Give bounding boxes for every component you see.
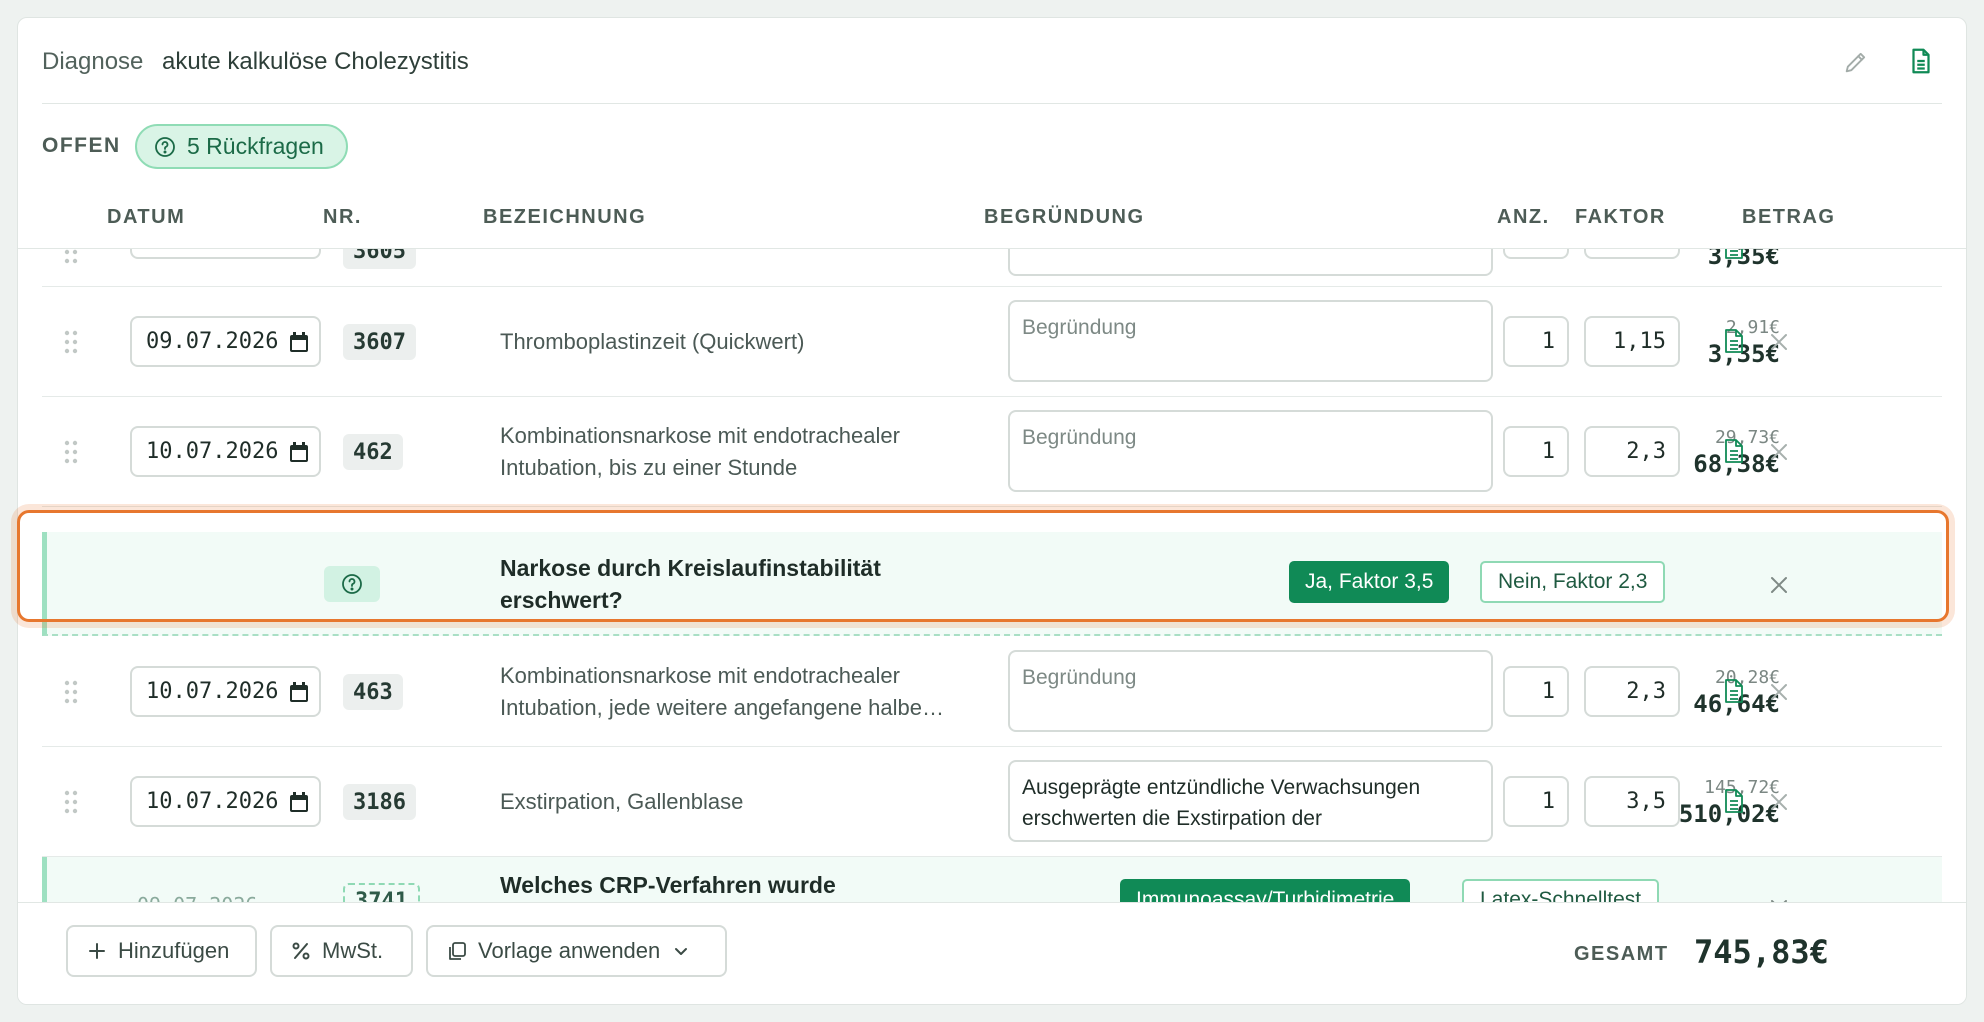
document-icon[interactable] <box>1722 327 1746 355</box>
copy-icon <box>449 942 466 960</box>
calendar-icon[interactable] <box>289 791 309 813</box>
gop-number: 3607 <box>343 324 416 360</box>
table-row: 3605 3,35€ <box>42 249 1942 287</box>
quantity-input[interactable] <box>1503 249 1569 259</box>
date-input[interactable]: 10.07.2026 <box>130 776 321 827</box>
question-text: Welches CRP-Verfahren wurde <box>500 872 836 898</box>
date-input[interactable]: 10.07.2026 <box>130 426 321 477</box>
factor-input[interactable]: 2,3 <box>1584 426 1680 477</box>
gop-number: 462 <box>343 434 403 470</box>
date-input[interactable]: 10.07.2026 <box>130 666 321 717</box>
vat-button[interactable]: MwSt. <box>270 925 413 977</box>
table-row: 10.07.2026 3186 Exstirpation, Gallenblas… <box>42 747 1942 857</box>
col-bezeichnung: BEZEICHNUNG <box>483 206 647 228</box>
table-row: 10.07.2026 463 Kombinationsnarkose mit e… <box>42 637 1942 747</box>
reason-input[interactable] <box>1008 249 1493 276</box>
close-icon[interactable] <box>1768 574 1790 596</box>
service-description: Thromboplastinzeit (Quickwert) <box>500 329 805 354</box>
calendar-icon[interactable] <box>289 441 309 463</box>
gop-number: 3186 <box>343 784 416 820</box>
quantity-input[interactable]: 1 <box>1503 776 1569 827</box>
col-nr: NR. <box>323 206 362 228</box>
question-row: Narkose durch Kreislaufinstabilität ersc… <box>42 532 1942 636</box>
question-gop-number: 3741 <box>343 883 420 904</box>
footer-bar: Hinzufügen MwSt. Vorlage anwenden GESAMT… <box>18 902 1966 1004</box>
question-text: Narkose durch Kreislaufinstabilität ersc… <box>500 555 881 613</box>
answer-option-button[interactable]: Latex-Schnelltest <box>1462 879 1660 904</box>
col-begruendung: BEGRÜNDUNG <box>984 206 1145 228</box>
col-betrag: BETRAG <box>1742 206 1836 228</box>
open-questions-pill[interactable]: 5 Rückfragen <box>135 124 348 169</box>
document-icon[interactable] <box>1722 677 1746 705</box>
answer-yes-button[interactable]: Ja, Faktor 3,5 <box>1289 561 1450 603</box>
table-row: 09.07.2026 3607 Thromboplastinzeit (Quic… <box>42 287 1942 397</box>
vat-button-label: MwSt. <box>322 938 384 963</box>
service-description: Kombinationsnarkose mit endotrachealer I… <box>500 423 900 480</box>
calendar-icon[interactable] <box>289 331 309 353</box>
calendar-icon[interactable] <box>289 681 309 703</box>
drag-handle-icon[interactable] <box>64 789 78 815</box>
close-icon[interactable] <box>1768 331 1790 353</box>
close-icon[interactable] <box>1768 681 1790 703</box>
drag-handle-icon[interactable] <box>64 439 78 465</box>
answer-option-button[interactable]: Immunoassay/Turbidimetrie <box>1120 879 1411 904</box>
close-icon[interactable] <box>1768 791 1790 813</box>
question-circle-icon <box>155 136 175 157</box>
col-anz: ANZ. <box>1497 206 1550 228</box>
add-button[interactable]: Hinzufügen <box>66 925 257 977</box>
document-icon[interactable] <box>1906 46 1936 76</box>
status-label: OFFEN <box>42 134 121 157</box>
total-label: GESAMT <box>1574 943 1669 965</box>
question-circle-icon <box>342 574 362 594</box>
reason-input[interactable]: Begründung <box>1008 650 1493 732</box>
apply-template-label: Vorlage anwenden <box>478 938 661 963</box>
open-questions-label: 5 Rückfragen <box>187 133 324 159</box>
answer-no-button[interactable]: Nein, Faktor 2,3 <box>1480 561 1666 603</box>
reason-input[interactable]: Ausgeprägte entzündliche Verwachsungen e… <box>1008 760 1493 842</box>
gop-number: 463 <box>343 674 403 710</box>
col-faktor: FAKTOR <box>1575 206 1666 228</box>
drag-handle-icon[interactable] <box>64 329 78 355</box>
date-input[interactable] <box>130 249 321 259</box>
drag-handle-icon[interactable] <box>64 249 78 265</box>
col-datum: DATUM <box>107 206 186 228</box>
question-row: 09.07.2026 3741 Welches CRP-Verfahren wu… <box>42 857 1942 904</box>
quantity-input[interactable]: 1 <box>1503 316 1569 367</box>
plus-icon <box>89 943 105 959</box>
apply-template-button[interactable]: Vorlage anwenden <box>426 925 727 977</box>
add-button-label: Hinzufügen <box>118 938 230 963</box>
date-input[interactable]: 09.07.2026 <box>130 316 321 367</box>
diagnosis-value: akute kalkulöse Cholezystitis <box>162 48 469 75</box>
diagnosis-header: Diagnose akute kalkulöse Cholezystitis <box>42 18 1942 104</box>
document-icon[interactable] <box>1722 249 1746 261</box>
invoice-card: Diagnose akute kalkulöse Cholezystitis O… <box>17 17 1967 1005</box>
question-badge <box>324 566 380 602</box>
quantity-input[interactable]: 1 <box>1503 426 1569 477</box>
reason-input[interactable]: Begründung <box>1008 300 1493 382</box>
quantity-input[interactable]: 1 <box>1503 666 1569 717</box>
drag-handle-icon[interactable] <box>64 679 78 705</box>
close-icon[interactable] <box>1768 441 1790 463</box>
percent-icon <box>292 942 310 960</box>
chevron-down-icon <box>675 948 688 955</box>
service-description: Exstirpation, Gallenblase <box>500 789 744 814</box>
table-row: 10.07.2026 462 Kombinationsnarkose mit e… <box>42 397 1942 507</box>
diagnosis-label: Diagnose <box>42 48 144 75</box>
document-icon[interactable] <box>1722 787 1746 815</box>
service-description: Kombinationsnarkose mit endotrachealer I… <box>500 663 945 720</box>
document-icon[interactable] <box>1722 437 1746 465</box>
pencil-icon[interactable] <box>1842 48 1870 76</box>
total-value: 745,83€ <box>1694 933 1829 971</box>
factor-input[interactable] <box>1584 249 1680 259</box>
reason-input[interactable]: Begründung <box>1008 410 1493 492</box>
factor-input[interactable]: 2,3 <box>1584 666 1680 717</box>
gop-number: 3605 <box>343 249 416 269</box>
factor-input[interactable]: 3,5 <box>1584 776 1680 827</box>
line-items-list[interactable]: 3605 3,35€ 09.07.2026 3607 Thromboplasti… <box>18 249 1966 904</box>
factor-input[interactable]: 1,15 <box>1584 316 1680 367</box>
